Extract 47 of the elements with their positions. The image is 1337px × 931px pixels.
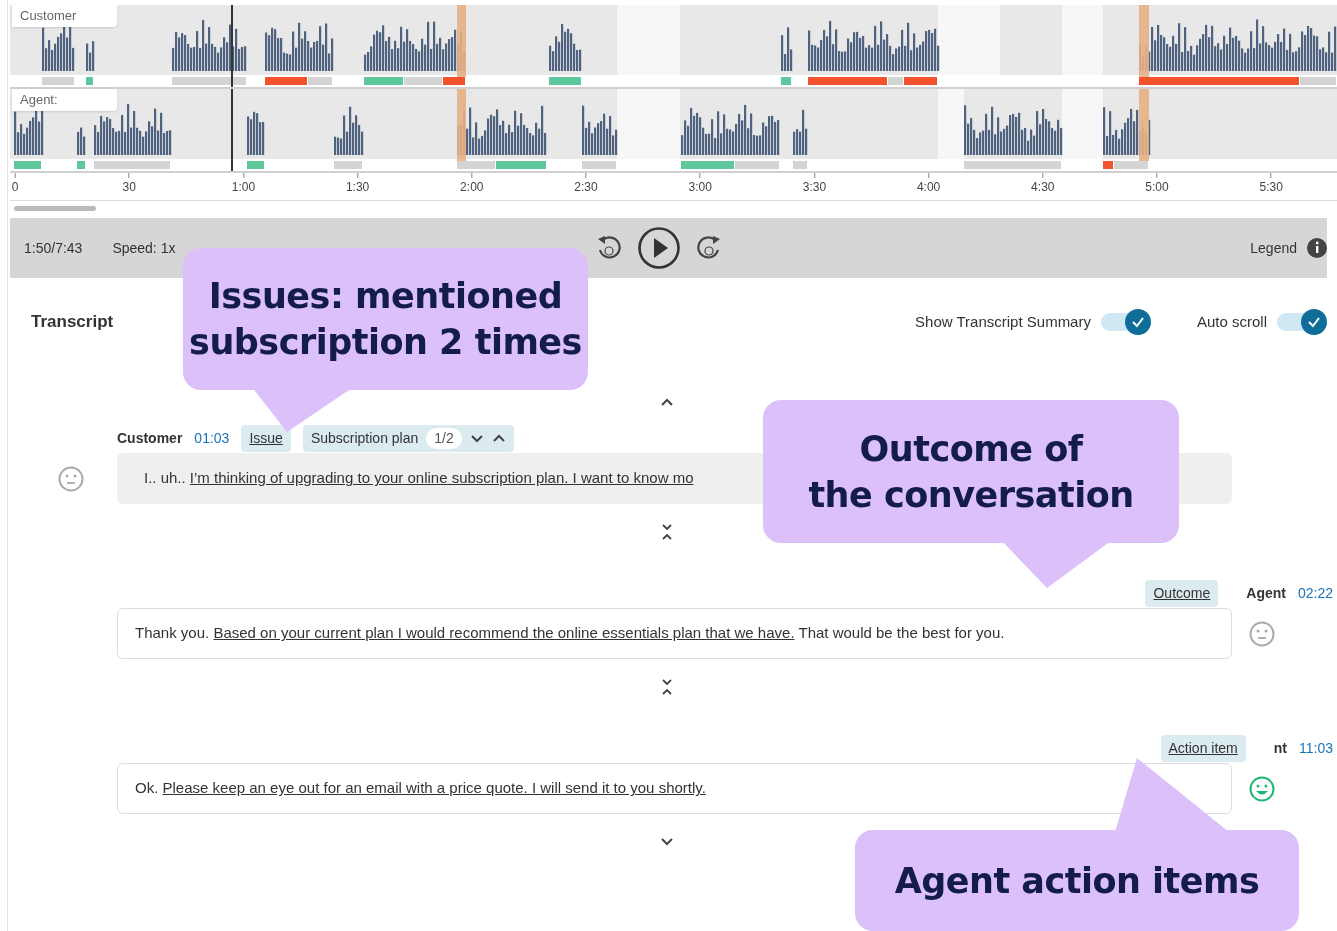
callout-text: Agent action items <box>894 859 1260 903</box>
axis-label: 1:30 <box>345 173 370 196</box>
chevron-up-icon[interactable] <box>491 433 506 443</box>
chevron-down-icon[interactable] <box>659 837 674 846</box>
transcript-heading: Transcript <box>31 311 114 334</box>
axis-label: 1:00 <box>231 173 256 196</box>
timestamp[interactable]: 02:22 <box>1297 582 1333 604</box>
axis-label: 4:00 <box>916 173 941 196</box>
track-label: Customer <box>12 5 117 27</box>
tag-chip[interactable]: Outcome <box>1145 579 1219 607</box>
message-bubble: Ok. Please keep an eye out for an email with a price quote. I will send it to you shortly. <box>117 763 1232 814</box>
checkmark-icon <box>1307 315 1321 329</box>
toggle-label: Auto scroll <box>1196 311 1267 332</box>
speaker-name: nt <box>1273 738 1287 758</box>
track-label: Agent: <box>12 89 117 111</box>
toggle-label: Show Transcript Summary <box>915 311 1091 332</box>
tag-label: Subscription plan <box>310 428 419 448</box>
speaker-name: Customer <box>117 428 183 448</box>
axis-label: 5:30 <box>1259 173 1283 196</box>
axis-label: 5:00 <box>1145 173 1169 196</box>
checkmark-icon <box>1130 315 1145 329</box>
scrollbar-thumb[interactable] <box>14 205 96 211</box>
message-bubble: Thank you. Based on your current plan I would recommend the online essentials plan that we have. That would be the best for you. <box>117 608 1232 659</box>
speed-dropdown[interactable]: Speed: 1x <box>112 237 176 259</box>
expand-icon[interactable] <box>660 676 673 697</box>
count-badge: 1/2 <box>426 427 462 449</box>
chevron-down-icon[interactable] <box>469 433 484 443</box>
axis-label: 0 <box>11 173 19 196</box>
chevron-up-icon[interactable] <box>659 398 674 407</box>
speaker-name: Agent <box>1246 583 1286 603</box>
legend-label[interactable]: Legend <box>1250 237 1297 259</box>
playback-time: 1:50/7:43 <box>24 238 83 258</box>
axis-label: 2:00 <box>460 173 484 196</box>
axis-label: 30 <box>122 173 136 196</box>
info-icon[interactable] <box>1307 238 1327 258</box>
callout-text: Issues: mentioned subscription 2 times <box>189 275 582 364</box>
axis-label: 4:30 <box>1031 173 1055 196</box>
play-icon[interactable] <box>637 226 681 270</box>
axis-label: 3:30 <box>802 173 827 196</box>
timestamp[interactable]: 01:03 <box>194 427 230 449</box>
tag-chip[interactable]: Subscription plan 1/2 <box>302 424 514 452</box>
expand-icon[interactable] <box>660 521 673 542</box>
axis-label: 3:00 <box>688 173 712 196</box>
axis-label: 2:30 <box>574 173 598 196</box>
tag-chip[interactable]: Action item <box>1160 734 1246 762</box>
timestamp[interactable]: 11:03 <box>1299 737 1333 759</box>
tag-chip[interactable]: Issue <box>241 424 291 452</box>
